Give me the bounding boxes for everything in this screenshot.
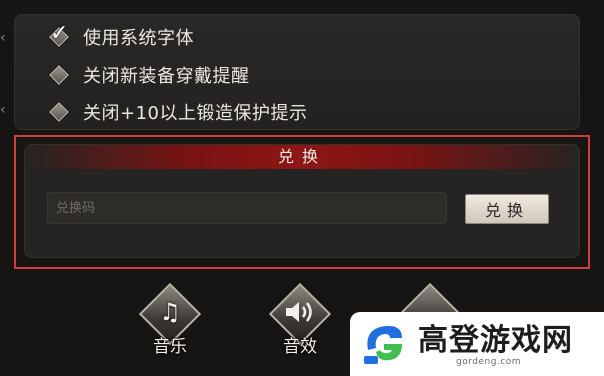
music-note-icon: ♫: [159, 298, 181, 326]
option-label: 关闭+10以上锻造保护提示: [83, 103, 308, 124]
watermark-url: gordeng.com: [456, 357, 522, 367]
settings-panel: ✓ 使用系统字体 关闭新装备穿戴提醒 关闭+10以上锻造保护提示: [14, 14, 580, 130]
checkbox[interactable]: [49, 102, 69, 122]
speaker-icon: [268, 298, 332, 332]
scroll-left-arrow-icon: ‹: [0, 30, 6, 46]
redeem-highlight-frame: 兑换 兑换: [14, 135, 590, 269]
checkbox-diamond-icon: [49, 102, 69, 122]
scroll-left-arrow-icon: ‹: [0, 102, 6, 118]
watermark-site-name: 高登游戏网: [418, 323, 573, 358]
redeem-header: 兑换: [25, 145, 579, 169]
check-icon: ✓: [50, 21, 69, 46]
site-watermark: 高登游戏网 gordeng.com: [350, 312, 604, 376]
checkbox[interactable]: ✓: [49, 21, 69, 47]
option-use-system-font[interactable]: ✓ 使用系统字体: [49, 21, 194, 51]
music-toggle-button[interactable]: ♫ 音乐: [138, 282, 202, 360]
checkbox-diamond-icon: [49, 65, 69, 85]
option-label: 关闭新装备穿戴提醒: [83, 66, 250, 87]
speaker-svg: [286, 302, 312, 322]
redeem-code-input[interactable]: [47, 192, 447, 224]
redeem-panel: 兑换 兑换: [24, 144, 580, 258]
music-label: 音乐: [153, 337, 187, 357]
sfx-toggle-button[interactable]: 音效: [268, 282, 332, 360]
option-disable-equip-reminder[interactable]: 关闭新装备穿戴提醒: [49, 61, 250, 89]
checkbox[interactable]: [49, 65, 69, 85]
redeem-title: 兑换: [277, 147, 326, 166]
site-logo-icon: [364, 325, 402, 364]
option-label: 使用系统字体: [83, 28, 194, 49]
option-disable-forge-protection-tip[interactable]: 关闭+10以上锻造保护提示: [49, 98, 308, 126]
redeem-button[interactable]: 兑换: [465, 194, 549, 224]
sfx-label: 音效: [283, 337, 317, 357]
